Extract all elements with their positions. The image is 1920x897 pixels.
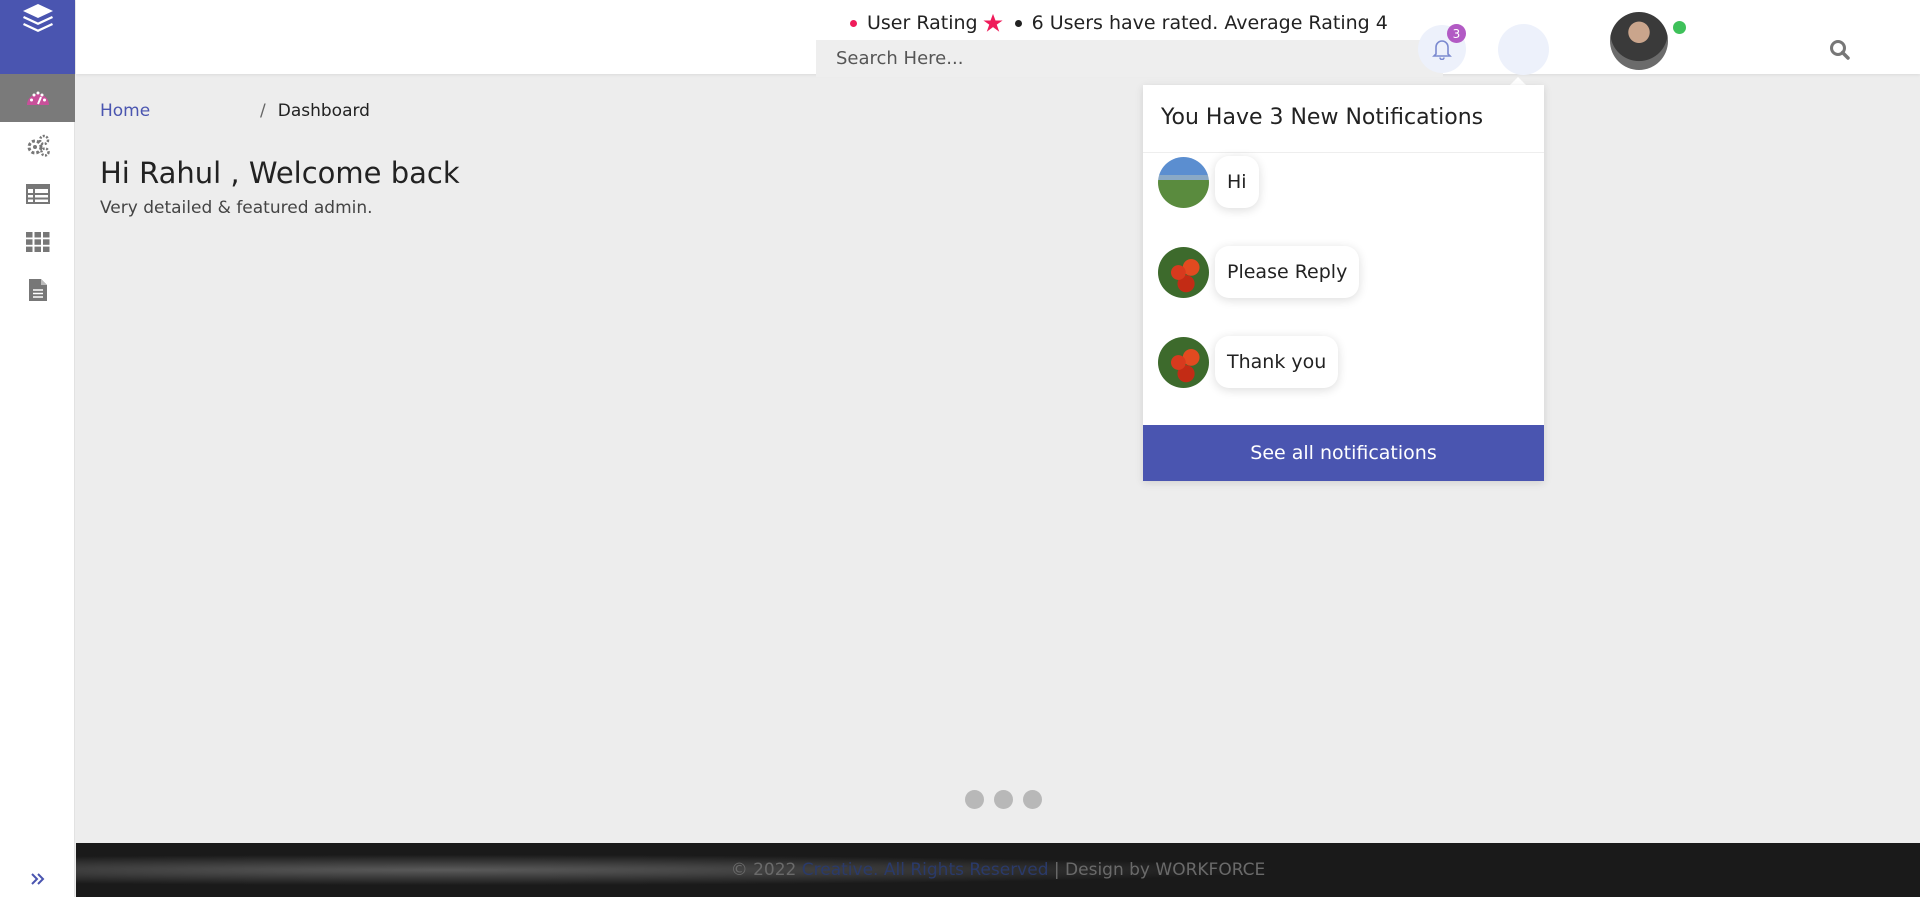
notification-avatar bbox=[1158, 156, 1209, 208]
notification-badge: 3 bbox=[1447, 24, 1466, 43]
cogs-icon bbox=[27, 134, 50, 157]
breadcrumb-separator: / bbox=[260, 101, 266, 121]
notification-message: Please Reply bbox=[1215, 246, 1360, 298]
footer-design-credit: | Design by WORKFORCE bbox=[1053, 860, 1266, 880]
dashboard-gauge-icon bbox=[26, 91, 49, 105]
breadcrumb: Home / Dashboard bbox=[100, 101, 370, 121]
logo[interactable] bbox=[0, 0, 75, 74]
welcome-title: Hi Rahul , Welcome back bbox=[100, 156, 460, 190]
bell-icon bbox=[1432, 40, 1452, 60]
summary-dot bbox=[1014, 19, 1022, 27]
notification-avatar bbox=[1158, 336, 1209, 388]
see-all-notifications-button[interactable]: See all notifications bbox=[1143, 425, 1544, 481]
notifications-title: You Have 3 New Notifications bbox=[1143, 85, 1544, 153]
notification-item[interactable]: Please Reply bbox=[1158, 246, 1360, 298]
rating-label: User Rating bbox=[867, 12, 978, 34]
rating-dot bbox=[850, 19, 857, 27]
welcome-subtitle: Very detailed & featured admin. bbox=[100, 198, 373, 218]
header-action-button[interactable] bbox=[1498, 24, 1549, 75]
breadcrumb-home-link[interactable]: Home bbox=[100, 101, 260, 121]
sidebar-item-grid[interactable] bbox=[0, 218, 75, 266]
table-icon bbox=[25, 184, 50, 204]
notification-message: Thank you bbox=[1215, 336, 1339, 388]
sidebar-item-dashboard[interactable] bbox=[0, 74, 75, 122]
notification-item[interactable]: Hi bbox=[1158, 156, 1259, 208]
double-chevron-right-icon bbox=[30, 873, 44, 885]
footer-brand-link[interactable]: Creative. All Rights Reserved bbox=[802, 860, 1049, 880]
sidebar-item-tables[interactable] bbox=[0, 170, 75, 218]
expand-sidebar-button[interactable] bbox=[0, 861, 75, 897]
grid-icon bbox=[25, 232, 49, 252]
document-icon bbox=[28, 279, 47, 301]
notification-item[interactable]: Thank you bbox=[1158, 336, 1339, 388]
rating-summary: 6 Users have rated. Average Rating 4 bbox=[1031, 12, 1388, 34]
notification-avatar bbox=[1158, 246, 1209, 298]
layers-icon bbox=[22, 4, 53, 32]
footer: © 2022 Creative. All Rights Reserved | D… bbox=[76, 843, 1920, 897]
notifications-dropdown: You Have 3 New Notifications Hi Please R… bbox=[1143, 85, 1544, 481]
user-rating: User Rating 6 Users have rated. Average … bbox=[850, 12, 1388, 34]
sidebar bbox=[0, 0, 75, 897]
loader-dot bbox=[994, 790, 1013, 809]
loader-dot bbox=[1023, 790, 1042, 809]
loader-dot bbox=[965, 790, 984, 809]
search-input[interactable] bbox=[816, 40, 1443, 77]
sidebar-item-settings[interactable] bbox=[0, 122, 75, 170]
user-avatar[interactable] bbox=[1610, 12, 1668, 70]
sidebar-item-documents[interactable] bbox=[0, 266, 75, 314]
online-status-indicator bbox=[1673, 21, 1686, 34]
star-icon bbox=[983, 13, 1003, 32]
footer-text: © 2022 Creative. All Rights Reserved | D… bbox=[731, 860, 1266, 880]
search-button[interactable] bbox=[1828, 38, 1852, 62]
search-icon bbox=[1830, 40, 1850, 60]
footer-copyright: © 2022 bbox=[730, 860, 797, 880]
loading-indicator bbox=[965, 790, 1042, 809]
notification-message: Hi bbox=[1215, 156, 1259, 208]
breadcrumb-current: Dashboard bbox=[277, 101, 370, 121]
